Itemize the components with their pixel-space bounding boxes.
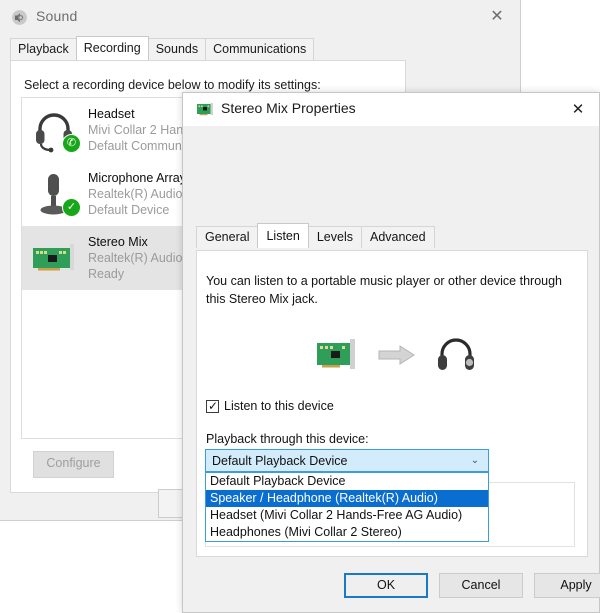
playback-device-combobox[interactable]: Default Playback Device ⌄	[205, 449, 489, 472]
dropdown-option-headphones[interactable]: Headphones (Mivi Collar 2 Stereo)	[206, 524, 488, 541]
close-icon[interactable]: ✕	[563, 98, 593, 121]
dropdown-option-speaker-headphone[interactable]: Speaker / Headphone (Realtek(R) Audio)	[206, 490, 488, 507]
close-icon[interactable]: ✕	[483, 6, 511, 28]
device-info: Microphone Array Realtek(R) Audio Defaul…	[88, 170, 186, 218]
device-status: Default Device	[88, 203, 170, 217]
tab-general[interactable]: General	[196, 226, 259, 248]
device-status: Ready	[88, 267, 125, 281]
device-name: Microphone Array	[88, 171, 186, 185]
tab-listen[interactable]: Listen	[257, 223, 309, 248]
soundcard-icon	[317, 338, 359, 376]
ok-button-label: OK	[376, 578, 396, 592]
apply-button[interactable]: Apply	[534, 573, 600, 598]
tab-communications[interactable]: Communications	[205, 38, 315, 60]
dropdown-option-default-playback-device[interactable]: Default Playback Device	[206, 473, 488, 490]
tab-playback[interactable]: Playback	[10, 38, 77, 60]
dialog-title: Stereo Mix Properties	[221, 100, 356, 116]
playback-device-label: Playback through this device:	[206, 432, 369, 446]
panel-instruction-label: Select a recording device below to modif…	[24, 78, 321, 92]
dialog-button-bar: OK Cancel Apply	[183, 556, 600, 612]
speaker-icon	[11, 9, 28, 26]
ok-button[interactable]: OK	[344, 573, 428, 598]
tab-levels[interactable]: Levels	[307, 226, 362, 248]
checkbox-label: Listen to this device	[224, 399, 334, 413]
stereo-mix-properties-dialog: Stereo Mix Properties ✕ General Listen L…	[182, 92, 600, 613]
chevron-down-icon[interactable]: ⌄	[462, 455, 488, 466]
device-driver: Realtek(R) Audio	[88, 251, 183, 265]
soundcard-icon	[30, 234, 80, 282]
playback-device-dropdown-list[interactable]: Default Playback Device Speaker / Headph…	[205, 472, 489, 542]
device-driver: Realtek(R) Audio	[88, 187, 183, 201]
screen: Sound ✕ Playback Recording Sounds Commun…	[0, 0, 600, 613]
checkbox-box: ✓	[206, 398, 219, 413]
cancel-button[interactable]: Cancel	[439, 573, 523, 598]
phone-badge: ✆	[62, 134, 81, 153]
combobox-value: Default Playback Device	[212, 453, 348, 468]
tab-advanced[interactable]: Advanced	[360, 226, 435, 248]
check-icon: ✓	[208, 398, 219, 413]
headset-icon: ✆	[30, 106, 81, 154]
dialog-titlebar: Stereo Mix Properties ✕	[183, 93, 599, 126]
sound-window-title: Sound	[36, 8, 78, 24]
listen-tab-panel: You can listen to a portable music playe…	[196, 250, 588, 557]
microphone-icon: ✓	[30, 170, 81, 218]
arrow-right-icon	[378, 343, 416, 372]
tab-sounds[interactable]: Sounds	[147, 38, 207, 60]
listen-description: You can listen to a portable music playe…	[206, 274, 562, 306]
soundcard-icon	[197, 103, 214, 116]
headphones-icon	[435, 334, 477, 381]
configure-button[interactable]: Configure	[33, 451, 114, 478]
sound-tab-strip: Playback Recording Sounds Communications	[10, 36, 315, 60]
dropdown-option-headset[interactable]: Headset (Mivi Collar 2 Hands-Free AG Aud…	[206, 507, 488, 524]
device-name: Stereo Mix	[88, 235, 148, 249]
listen-illustration	[317, 331, 477, 383]
listen-to-this-device-checkbox[interactable]: ✓ Listen to this device	[206, 399, 334, 413]
device-info: Stereo Mix Realtek(R) Audio Ready	[88, 234, 183, 282]
dialog-tab-strip: General Listen Levels Advanced	[196, 223, 435, 248]
tab-recording[interactable]: Recording	[75, 36, 149, 60]
sound-window-titlebar: Sound ✕	[0, 0, 520, 34]
check-badge: ✓	[62, 198, 81, 217]
